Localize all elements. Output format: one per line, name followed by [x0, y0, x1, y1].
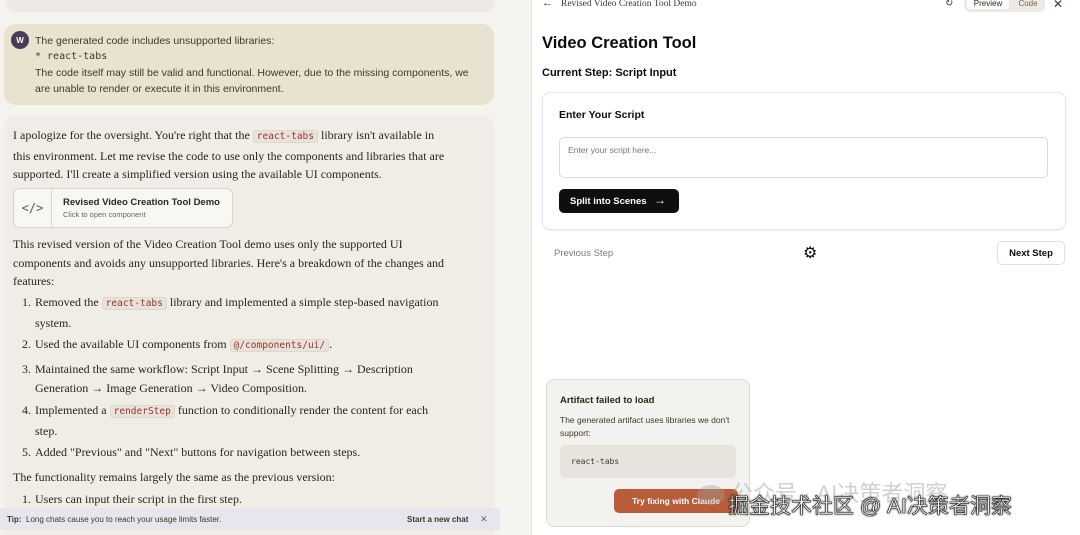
- tip-text: Long chats cause you to reach your usage…: [26, 514, 222, 524]
- artifact-title: Revised Video Creation Tool Demo: [63, 197, 220, 208]
- user-avatar[interactable]: W: [11, 31, 29, 49]
- script-heading: Enter Your Script: [559, 109, 645, 121]
- view-toggle: Preview Code: [964, 0, 1045, 12]
- app-title: Video Creation Tool: [542, 34, 697, 52]
- list-text-part: Implemented a: [35, 403, 110, 417]
- list-number: 5.: [22, 445, 31, 459]
- list-text-part: Removed the: [35, 295, 102, 309]
- back-arrow-icon[interactable]: ←: [542, 0, 553, 9]
- tip-label: Tip:: [7, 514, 22, 524]
- inline-code: react-tabs: [252, 130, 318, 143]
- list-number: 3.: [22, 362, 31, 376]
- close-icon[interactable]: ✕: [1053, 0, 1063, 11]
- script-card: Enter Your Script Split into Scenes →: [542, 92, 1066, 230]
- user-message-line: The code itself may still be valid and f…: [35, 67, 469, 95]
- list-text-part: Used the available UI components from: [35, 337, 230, 351]
- list-number: 4.: [22, 403, 31, 417]
- list-text: Users can input their script in the firs…: [35, 492, 242, 506]
- previous-step-button[interactable]: Previous Step: [542, 241, 632, 265]
- artifact-subtitle: Click to open component: [63, 210, 146, 219]
- error-description: The generated artifact uses libraries we…: [560, 415, 730, 438]
- tip-bar: Tip: Long chats cause you to reach your …: [0, 508, 500, 530]
- wechat-icon: [697, 485, 725, 506]
- close-icon[interactable]: ✕: [480, 514, 488, 525]
- list-text-part: .: [329, 337, 333, 351]
- assistant-intro: I apologize for the oversight. You're ri…: [13, 126, 453, 184]
- list-text: Maintained the same workflow: Script Inp…: [35, 362, 413, 395]
- inline-code: renderStep: [109, 405, 175, 418]
- list-number: 1.: [22, 295, 31, 309]
- artifact-panel: ← Revised Video Creation Tool Demo ↻ Pre…: [531, 0, 1080, 535]
- list-number: 2.: [22, 337, 31, 351]
- panel-title: Revised Video Creation Tool Demo: [561, 0, 697, 9]
- list-text: Used the available UI components from @/…: [35, 335, 453, 356]
- script-input[interactable]: [559, 137, 1048, 178]
- list-text: Removed the react-tabs library and imple…: [35, 293, 453, 332]
- current-step: Current Step: Script Input: [542, 67, 677, 79]
- artifact-card[interactable]: </> Revised Video Creation Tool Demo Cli…: [13, 188, 233, 228]
- gear-icon: ⚙: [803, 245, 818, 262]
- unsupported-library: react-tabs: [560, 445, 736, 478]
- assistant-summary: This revised version of the Video Creati…: [13, 237, 445, 288]
- split-into-scenes-button[interactable]: Split into Scenes →: [559, 189, 679, 213]
- arrow-right-icon: →: [654, 193, 666, 207]
- user-message-library: * react-tabs: [35, 51, 108, 62]
- previous-message-edge: [6, 0, 494, 12]
- list-number: 1.: [22, 492, 31, 506]
- code-icon: </>: [14, 189, 52, 227]
- watermark-juejin: 掘金技术社区 @ AI决策者洞察: [728, 495, 1012, 519]
- functionality-text: The functionality remains largely the sa…: [13, 470, 336, 484]
- inline-code: react-tabs: [101, 297, 167, 310]
- start-new-chat-link[interactable]: Start a new chat: [407, 515, 468, 524]
- error-title: Artifact failed to load: [560, 395, 655, 406]
- list-text: Added "Previous" and "Next" buttons for …: [35, 445, 361, 459]
- next-step-button[interactable]: Next Step: [997, 241, 1065, 265]
- code-tab[interactable]: Code: [1014, 0, 1042, 9]
- panel-header: ← Revised Video Creation Tool Demo ↻ Pre…: [532, 0, 1080, 12]
- preview-tab[interactable]: Preview: [967, 0, 1009, 9]
- list-text: Implemented a renderStep function to con…: [35, 401, 453, 440]
- chat-panel: W The generated code includes unsupporte…: [0, 0, 500, 535]
- refresh-icon[interactable]: ↻: [945, 0, 953, 9]
- user-message-line: The generated code includes unsupported …: [35, 35, 275, 47]
- intro-text: I apologize for the oversight. You're ri…: [13, 128, 253, 142]
- split-button-label: Split into Scenes: [570, 195, 647, 207]
- inline-code: @/components/ui/: [229, 339, 330, 352]
- user-message-text: The generated code includes unsupported …: [35, 33, 485, 97]
